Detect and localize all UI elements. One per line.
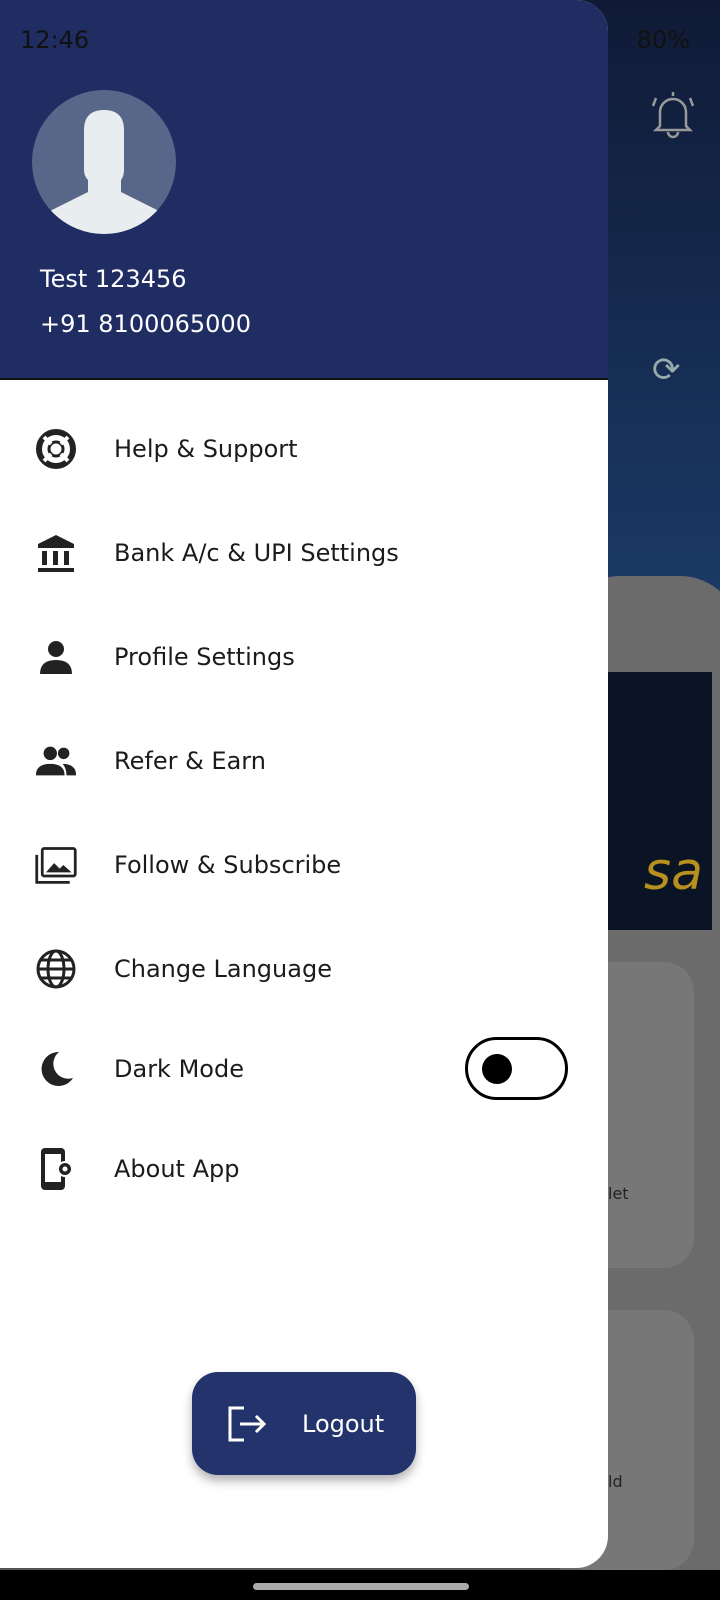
globe-icon [34,947,78,991]
card-label: ld [608,1472,623,1491]
menu-item-label: Bank A/c & UPI Settings [114,539,399,567]
menu-item-label: Follow & Subscribe [114,851,342,879]
photo-library-icon [34,843,78,887]
menu-item-follow-subscribe[interactable]: Follow & Subscribe [0,830,608,900]
refresh-icon[interactable]: ⟳ [652,350,681,390]
status-time: 12:46 [20,26,90,54]
user-name: Test 123456 [40,265,187,293]
navigation-drawer: Test 123456 +91 8100065000 Help & Suppor… [0,0,608,1568]
menu-item-help-support[interactable]: Help & Support [0,414,608,484]
menu-item-change-language[interactable]: Change Language [0,934,608,1004]
menu-item-label: Help & Support [114,435,298,463]
battery-level: 80% [636,26,690,54]
menu-item-label: Refer & Earn [114,747,266,775]
dark-mode-toggle[interactable] [465,1037,568,1100]
menu-item-label: Dark Mode [114,1055,244,1083]
home-gesture-handle[interactable] [253,1583,469,1590]
menu-item-label: About App [114,1155,240,1183]
banner-text: sa [644,842,703,902]
moon-icon [34,1047,78,1091]
phone-settings-icon [34,1147,78,1191]
card-label: let [608,1184,629,1203]
logout-button[interactable]: Logout [192,1372,416,1475]
menu-item-bank-upi-settings[interactable]: Bank A/c & UPI Settings [0,518,608,588]
menu-item-about-app[interactable]: About App [0,1134,608,1204]
logout-icon [228,1406,267,1441]
person-silhouette-icon [48,110,161,234]
person-icon [34,635,78,679]
promo-banner[interactable]: sa [600,672,712,930]
people-icon [34,739,78,783]
lifebuoy-icon [34,427,78,471]
menu-item-label: Change Language [114,955,332,983]
status-bar: 12:46 80% [0,0,720,80]
menu-item-profile-settings[interactable]: Profile Settings [0,622,608,692]
avatar[interactable] [32,90,176,234]
menu-item-label: Profile Settings [114,643,295,671]
menu-item-refer-earn[interactable]: Refer & Earn [0,726,608,796]
bank-icon [34,531,78,575]
notification-bell-icon[interactable] [650,88,696,140]
logout-label: Logout [302,1409,385,1438]
toggle-knob [482,1054,512,1084]
user-phone: +91 8100065000 [40,310,251,338]
system-nav-bar [0,1570,720,1600]
